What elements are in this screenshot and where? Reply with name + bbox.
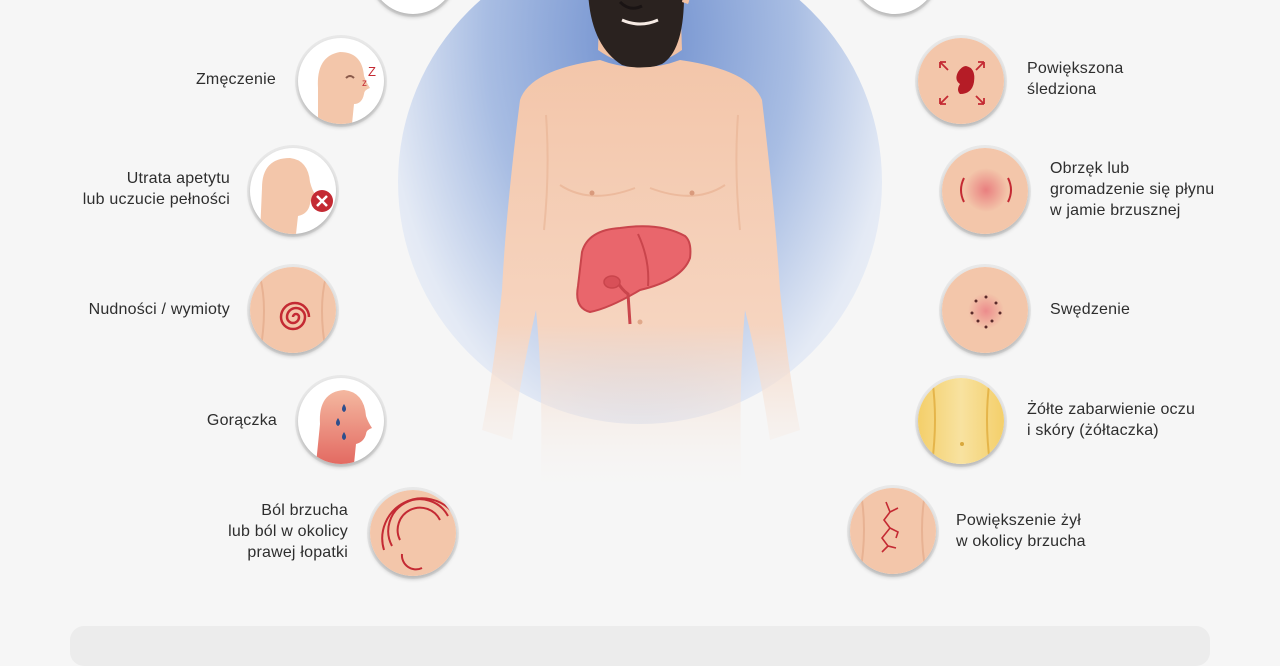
svg-text:Z: Z	[368, 64, 376, 79]
label-veins: Powiększenie żył w okolicy brzucha	[956, 512, 1086, 550]
partial-top-right-icon	[852, 0, 938, 14]
symptoms-infographic: Zmęczenie z Z Utrata apetytu lub uczucie…	[0, 0, 1280, 666]
sweating-head-icon	[298, 378, 384, 464]
label-enlarged-spleen: Powiększona śledziona	[1027, 60, 1124, 98]
label-fever: Gorączka	[206, 412, 277, 429]
label-ascites: Obrzęk lub gromadzenie się płynu w jamie…	[1050, 160, 1215, 219]
sleeping-face-icon: z Z	[298, 38, 384, 124]
label-fatigue: Zmęczenie	[195, 71, 276, 88]
svg-text:z: z	[362, 78, 367, 89]
bottom-panel	[70, 626, 1210, 666]
man-torso-illustration	[482, 0, 800, 500]
label-appetite: Utrata apetytu lub uczucie pełności	[82, 170, 230, 208]
beard-shape	[588, 0, 684, 69]
spleen-icon	[918, 38, 1004, 124]
swollen-belly-icon	[942, 148, 1028, 234]
label-abdominal-pain: Ból brzucha lub ból w okolicy prawej łop…	[228, 502, 348, 561]
label-jaundice: Żółte zabarwienie oczu i skóry (żółtaczk…	[1027, 401, 1196, 439]
partial-top-left-icon	[370, 0, 456, 14]
veins-icon	[850, 488, 936, 574]
label-itching: Swędzenie	[1050, 301, 1131, 318]
label-nausea: Nudności / wymioty	[88, 301, 230, 318]
yellow-skin-icon	[918, 378, 1004, 464]
pain-waves-icon	[370, 490, 456, 576]
spiral-stomach-icon	[250, 267, 336, 353]
itch-dots-icon	[942, 267, 1028, 353]
no-eating-icon	[250, 148, 336, 234]
